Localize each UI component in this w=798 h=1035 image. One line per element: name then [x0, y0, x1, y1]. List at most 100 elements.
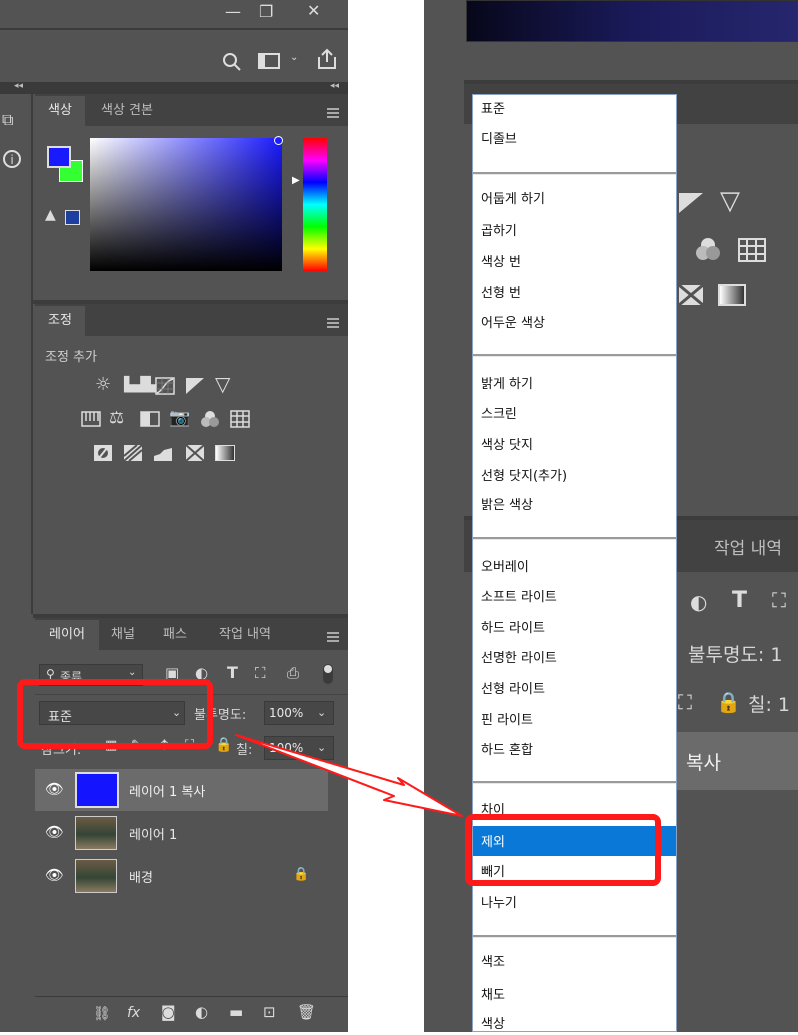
invert-icon[interactable]: [93, 444, 113, 462]
mask-icon[interactable]: ◙: [161, 1005, 176, 1020]
fill-value: 100%: [269, 741, 304, 755]
brightness-icon[interactable]: ☼: [95, 376, 111, 394]
canvas-preview: [466, 0, 798, 42]
menu-item-hard-light[interactable]: 하드 라이트: [481, 619, 545, 639]
info-icon[interactable]: i: [3, 150, 21, 168]
collapse-right-icon[interactable]: ◂◂: [330, 82, 339, 91]
menu-item-screen[interactable]: 스크린: [481, 405, 517, 425]
chevron-down-icon[interactable]: ⌄: [290, 53, 298, 63]
color-field[interactable]: [90, 138, 282, 271]
side-tool-column: ⧉ i: [0, 94, 33, 614]
visibility-eye-icon[interactable]: 👁: [45, 782, 64, 797]
tab-layers[interactable]: 레이어: [35, 620, 99, 650]
menu-item-linear-burn[interactable]: 선형 번: [481, 284, 521, 304]
menu-item-color-dodge[interactable]: 색상 닷지: [481, 436, 533, 456]
menu-item-overlay[interactable]: 오버레이: [481, 558, 529, 578]
tab-channels[interactable]: 채널: [101, 620, 145, 650]
menu-item-hard-mix[interactable]: 하드 혼합: [481, 741, 533, 761]
search-icon[interactable]: [222, 52, 242, 72]
exposure-icon[interactable]: [185, 377, 205, 395]
cube-icon[interactable]: ⧉: [2, 112, 13, 128]
menu-item-color-burn[interactable]: 색상 번: [481, 253, 521, 273]
gradient-map-icon[interactable]: [185, 444, 205, 462]
menu-item-divide[interactable]: 나누기: [481, 894, 517, 914]
menu-item-soft-light[interactable]: 소프트 라이트: [481, 588, 557, 608]
tab-paths[interactable]: 패스: [147, 620, 203, 650]
foreground-color-swatch[interactable]: [47, 146, 71, 168]
layer-row[interactable]: 👁 배경 🔒: [35, 855, 328, 897]
type-filter-icon[interactable]: T: [227, 665, 238, 681]
menu-item-pin-light[interactable]: 핀 라이트: [481, 711, 533, 731]
menu-item-dissolve[interactable]: 디졸브: [481, 130, 517, 150]
tab-swatches[interactable]: 색상 견본: [87, 96, 167, 126]
vibrance-icon[interactable]: ▽: [215, 374, 230, 394]
menu-item-saturation[interactable]: 채도: [481, 986, 505, 1006]
photo-filter-icon[interactable]: 📷: [169, 410, 190, 427]
panel-view-icon[interactable]: [258, 53, 280, 69]
collapse-left-icon[interactable]: ◂◂: [14, 82, 23, 91]
menu-item-linear-dodge[interactable]: 선형 닷지(추가): [481, 467, 567, 487]
menu-item-multiply[interactable]: 곱하기: [481, 222, 517, 242]
layer-row[interactable]: 👁 레이어 1 복사: [35, 769, 328, 811]
link-icon[interactable]: ⛓: [93, 1007, 111, 1021]
restore-button[interactable]: ❐: [259, 4, 273, 20]
menu-item-darker-color[interactable]: 어두운 색상: [481, 314, 545, 334]
menu-item-darken[interactable]: 어둡게 하기: [481, 190, 545, 210]
adjustment-filter-icon: ◐: [690, 590, 708, 614]
panel-menu-icon[interactable]: [327, 318, 339, 328]
black-white-icon[interactable]: [140, 411, 160, 427]
hue-saturation-icon[interactable]: [81, 411, 101, 427]
lock-icon[interactable]: 🔒: [293, 868, 309, 881]
adjustment-layer-icon[interactable]: ◐: [195, 1005, 208, 1020]
hue-slider-pointer[interactable]: ▶: [292, 176, 300, 186]
chevron-down-icon[interactable]: ⌄: [317, 742, 326, 753]
close-button[interactable]: ✕: [307, 3, 320, 19]
curves-icon[interactable]: [155, 377, 175, 395]
chevron-down-icon[interactable]: ⌄: [317, 707, 326, 718]
menu-item-hue[interactable]: 색조: [481, 953, 505, 973]
smart-object-filter-icon[interactable]: ⎙: [287, 666, 299, 681]
fx-icon[interactable]: fx: [127, 1006, 140, 1020]
channel-mixer-icon: [696, 238, 720, 260]
color-lookup-icon[interactable]: [230, 410, 250, 428]
menu-item-lighter-color[interactable]: 밝은 색상: [481, 496, 533, 516]
posterize-icon[interactable]: [123, 444, 143, 462]
layer-thumbnail: [75, 816, 117, 850]
menu-item-vivid-light[interactable]: 선명한 라이트: [481, 649, 557, 669]
filter-toggle[interactable]: [323, 664, 333, 684]
menu-item-color[interactable]: 색상: [481, 1015, 505, 1035]
fill-label-zoomed: 칠: 1: [748, 694, 791, 716]
lock-all-icon[interactable]: 🔒: [215, 738, 232, 752]
channel-mixer-icon[interactable]: [199, 409, 221, 429]
menu-item-lighten[interactable]: 밝게 하기: [481, 375, 533, 395]
levels-icon[interactable]: ▙▟▙: [124, 378, 156, 392]
folder-icon[interactable]: ▬: [229, 1005, 243, 1020]
new-layer-icon[interactable]: ⊡: [263, 1005, 276, 1020]
tab-adjustments[interactable]: 조정: [35, 306, 85, 336]
layer-name[interactable]: 배경: [129, 867, 153, 886]
tab-color[interactable]: 색상: [35, 96, 85, 126]
panel-menu-icon[interactable]: [327, 632, 339, 642]
menu-item-normal[interactable]: 표준: [481, 100, 505, 120]
fill-input[interactable]: 100% ⌄: [264, 736, 334, 760]
hue-slider[interactable]: [303, 138, 327, 271]
trash-icon[interactable]: 🗑: [297, 1005, 316, 1020]
share-icon[interactable]: [316, 48, 338, 70]
menu-item-linear-light[interactable]: 선형 라이트: [481, 680, 545, 700]
threshold-icon[interactable]: [153, 444, 173, 462]
layer-row[interactable]: 👁 레이어 1: [35, 812, 328, 854]
gamut-swatch[interactable]: [65, 210, 80, 225]
visibility-eye-icon[interactable]: 👁: [45, 868, 64, 883]
selective-color-icon[interactable]: [215, 445, 235, 461]
visibility-eye-icon[interactable]: 👁: [45, 825, 64, 840]
blend-mode-menu: 표준 디졸브 어둡게 하기 곱하기 색상 번 선형 번 어두운 색상 밝게 하기…: [472, 94, 677, 1032]
tab-history[interactable]: 작업 내역: [205, 620, 285, 650]
minimize-button[interactable]: —: [225, 4, 241, 20]
annotation-box-blend-select: [17, 679, 213, 749]
shape-filter-icon[interactable]: ⛶: [255, 666, 266, 681]
panel-menu-icon[interactable]: [327, 108, 339, 118]
color-balance-icon[interactable]: ⚖: [109, 410, 124, 427]
layer-name[interactable]: 레이어 1 복사: [129, 781, 205, 800]
opacity-input[interactable]: 100% ⌄: [264, 701, 334, 725]
layer-name[interactable]: 레이어 1: [129, 824, 177, 843]
